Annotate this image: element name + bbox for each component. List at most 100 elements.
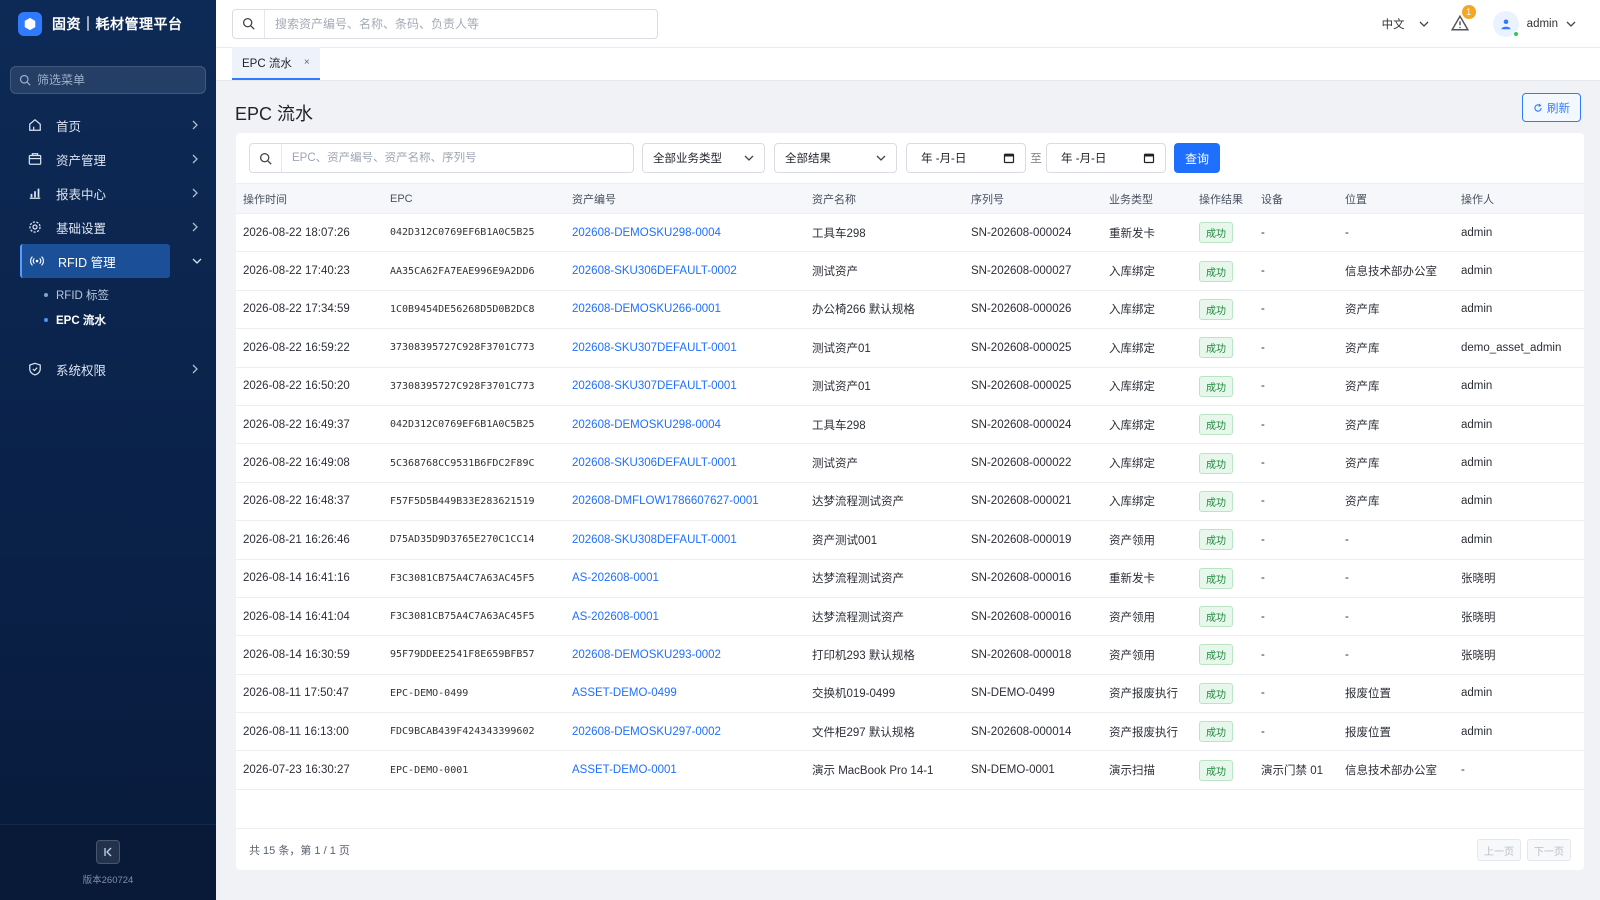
table-row[interactable]: 2026-08-14 16:30:59 95F79DDEE2541F8E659BF… — [236, 636, 1584, 675]
table-row[interactable]: 2026-08-14 16:41:16 F3C3081CB75A4C7A63AC4… — [236, 559, 1584, 598]
col-asset-code[interactable]: ASSET-DEMO-0001 — [565, 751, 805, 789]
asset-code-link[interactable]: 202608-DEMOSKU298-0004 — [572, 419, 721, 431]
asset-code-link[interactable]: 202608-DMFLOW1786607627-0001 — [572, 495, 759, 507]
col-location: - — [1345, 572, 1349, 585]
menu-filter[interactable] — [10, 66, 206, 94]
col-asset-code[interactable]: 202608-DEMOSKU293-0002 — [565, 636, 805, 674]
asset-code-link[interactable]: ASSET-DEMO-0001 — [572, 764, 677, 776]
col-asset-code[interactable]: 202608-SKU306DEFAULT-0002 — [565, 252, 805, 290]
date-range-separator: 至 — [1030, 153, 1042, 165]
sidebar-item-label: 报表中心 — [56, 187, 107, 202]
asset-code-link[interactable]: 202608-SKU307DEFAULT-0001 — [572, 380, 737, 392]
asset-code-link[interactable]: 202608-SKU306DEFAULT-0002 — [572, 265, 737, 277]
table-row[interactable]: 2026-08-22 16:50:20 37308395727C928F3701C… — [236, 367, 1584, 406]
col-asset-code[interactable]: 202608-DMFLOW1786607627-0001 — [565, 482, 805, 520]
col-asset-code[interactable]: 202608-SKU307DEFAULT-0001 — [565, 329, 805, 367]
menu-filter-input[interactable] — [37, 73, 187, 87]
col-asset-code[interactable]: 202608-SKU308DEFAULT-0001 — [565, 521, 805, 559]
global-search-input[interactable] — [265, 16, 645, 31]
asset-code-link[interactable]: 202608-SKU307DEFAULT-0001 — [572, 342, 737, 354]
table-row[interactable]: 2026-08-11 16:13:00 FDC9BCAB439F424343399… — [236, 713, 1584, 751]
col-asset-code[interactable]: ASSET-DEMO-0499 — [565, 674, 805, 712]
col-location: 资产库 — [1345, 458, 1380, 471]
table-body: 2026-08-22 18:07:26 042D312C0769EF6B1A0C5… — [236, 214, 1584, 790]
status-badge: 成功 — [1199, 759, 1233, 781]
sidebar-item-settings[interactable]: 基础设置 — [0, 210, 216, 244]
prev-page-button[interactable]: 上一页 — [1477, 839, 1521, 861]
table-row[interactable]: 2026-08-22 16:49:37 042D312C0769EF6B1A0C5… — [236, 405, 1584, 444]
asset-code-link[interactable]: 202608-SKU308DEFAULT-0001 — [572, 534, 737, 546]
col-asset-name: 办公椅266 默认规格 — [812, 304, 915, 317]
col-asset-code[interactable]: 202608-SKU306DEFAULT-0001 — [565, 444, 805, 482]
refresh-button[interactable]: 刷新 — [1522, 93, 1581, 122]
col-asset-code[interactable]: 202608-DEMOSKU298-0004 — [565, 214, 805, 252]
table-row[interactable]: 2026-07-23 16:30:27 EPC-DEMO-0001 ASSET-DE… — [236, 751, 1584, 790]
sidebar-item-reports[interactable]: 报表中心 — [0, 176, 216, 210]
table-row[interactable]: 2026-08-22 17:40:23 AA35CA62FA7EAE996E9A2… — [236, 252, 1584, 291]
next-page-button[interactable]: 下一页 — [1527, 839, 1571, 861]
asset-code-link[interactable]: 202608-DEMOSKU298-0004 — [572, 227, 721, 239]
epc-search[interactable] — [249, 143, 634, 173]
asset-code-link[interactable]: 202608-DEMOSKU297-0002 — [572, 726, 721, 738]
table-row[interactable]: 2026-08-21 16:26:46 D75AD35D9D3765E270C1C… — [236, 521, 1584, 560]
epc-log-card: 全部业务类型 全部结果 年 -月-日 至 年 -月-日 查询 操作时间EPC资产… — [236, 133, 1584, 870]
asset-code-link[interactable]: 202608-DEMOSKU266-0001 — [572, 303, 721, 315]
sidebar-subitem-label: RFID 标签 — [56, 289, 110, 302]
tab-bar: EPC 流水 × — [216, 47, 1600, 81]
col-asset-code[interactable]: AS-202608-0001 — [565, 559, 805, 597]
table-row[interactable]: 2026-08-22 16:59:22 37308395727C928F3701C… — [236, 329, 1584, 368]
col-asset-code[interactable]: 202608-DEMOSKU297-0002 — [565, 713, 805, 751]
collapse-sidebar-button[interactable] — [96, 839, 120, 864]
business-type-select[interactable]: 全部业务类型 — [642, 143, 765, 173]
col-device: - — [1261, 457, 1265, 470]
col-asset-name: 测试资产01 — [812, 342, 871, 355]
status-badge: 成功 — [1199, 490, 1233, 512]
sidebar-item-permissions[interactable]: 系统权限 — [0, 352, 216, 386]
close-icon[interactable]: × — [304, 57, 310, 68]
col-serial-number: SN-202608-000014 — [971, 725, 1072, 738]
sidebar-subitem-rfid-tags[interactable]: RFID 标签 — [0, 282, 216, 307]
box-icon — [28, 153, 42, 165]
alerts-button[interactable]: 1 — [1450, 5, 1476, 34]
col-epc: EPC-DEMO-0001 — [390, 764, 469, 776]
table-row[interactable]: 2026-08-22 18:07:26 042D312C0769EF6B1A0C5… — [236, 214, 1584, 252]
date-to-input[interactable]: 年 -月-日 — [1046, 143, 1166, 173]
asset-code-link[interactable]: ASSET-DEMO-0499 — [572, 687, 677, 699]
sidebar-item-home[interactable]: 首页 — [0, 108, 216, 142]
status-badge: 成功 — [1199, 682, 1233, 704]
chevron-right-icon — [192, 154, 198, 164]
col-business-type: 资产报废执行 — [1109, 726, 1178, 739]
language-select[interactable]: 中文 — [1382, 16, 1429, 32]
col-asset-code[interactable]: 202608-DEMOSKU298-0004 — [565, 405, 805, 443]
table-row[interactable]: 2026-08-14 16:41:04 F3C3081CB75A4C7A63AC4… — [236, 597, 1584, 636]
sidebar-item-assets[interactable]: 资产管理 — [0, 142, 216, 176]
epc-search-input[interactable] — [282, 152, 622, 164]
table-row[interactable]: 2026-08-22 17:34:59 1C0B9454DE56268D5D0B2… — [236, 290, 1584, 329]
sidebar-subitem-epc-log[interactable]: EPC 流水 — [0, 307, 216, 332]
calendar-icon — [1143, 153, 1155, 164]
user-menu[interactable]: admin — [1492, 11, 1576, 37]
search-icon[interactable] — [233, 9, 265, 38]
col-asset-code[interactable]: 202608-DEMOSKU266-0001 — [565, 290, 805, 328]
chevron-down-icon — [192, 258, 202, 264]
col-location: 资产库 — [1345, 496, 1380, 509]
asset-code-link[interactable]: 202608-SKU306DEFAULT-0001 — [572, 457, 737, 469]
asset-code-link[interactable]: AS-202608-0001 — [572, 611, 659, 623]
col-business-type: 资产报废执行 — [1109, 688, 1178, 701]
col-asset-code[interactable]: AS-202608-0001 — [565, 597, 805, 635]
date-from-input[interactable]: 年 -月-日 — [906, 143, 1026, 173]
sidebar-item-rfid[interactable]: RFID 管理 — [20, 244, 202, 278]
asset-code-link[interactable]: 202608-DEMOSKU293-0002 — [572, 649, 721, 661]
tab-epc-log[interactable]: EPC 流水 × — [232, 47, 320, 80]
table-row[interactable]: 2026-08-22 16:48:37 F57F5D5B449B33E283621… — [236, 482, 1584, 521]
global-search[interactable] — [232, 8, 658, 39]
col-operation-time: 2026-08-14 16:41:04 — [243, 610, 350, 623]
table-row[interactable]: 2026-08-22 16:49:08 5C368768CC9531B6FDC2F… — [236, 444, 1584, 483]
asset-code-link[interactable]: AS-202608-0001 — [572, 572, 659, 584]
search-icon[interactable] — [250, 144, 282, 172]
query-button[interactable]: 查询 — [1174, 143, 1220, 173]
col-serial-number: SN-202608-000018 — [971, 648, 1072, 661]
col-asset-code[interactable]: 202608-SKU307DEFAULT-0001 — [565, 367, 805, 405]
result-select[interactable]: 全部结果 — [774, 143, 897, 173]
table-row[interactable]: 2026-08-11 17:50:47 EPC-DEMO-0499 ASSET-DE… — [236, 674, 1584, 713]
